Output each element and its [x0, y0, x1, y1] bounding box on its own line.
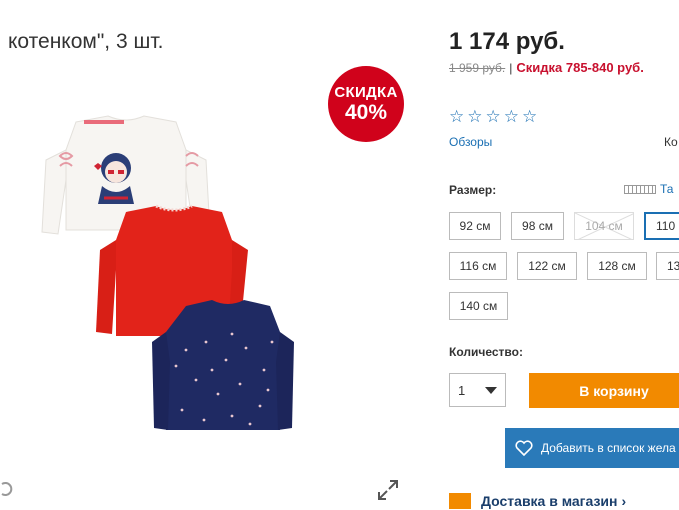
star-icon[interactable]: ☆ — [504, 108, 519, 125]
star-icon[interactable]: ☆ — [449, 108, 464, 125]
delivery-icon — [449, 493, 471, 509]
add-to-wishlist-button[interactable]: Добавить в список жела — [505, 428, 679, 468]
old-price: 1 959 руб. — [449, 61, 506, 75]
heart-icon — [515, 440, 533, 456]
reviews-link[interactable]: Обзоры — [449, 135, 492, 149]
truncated-label: Ко — [664, 135, 678, 149]
size-option-unavailable[interactable]: 104 см — [574, 212, 634, 240]
size-option-selected[interactable]: 110 с — [644, 212, 679, 240]
wishlist-label: Добавить в список жела — [541, 441, 676, 455]
star-icon[interactable]: ☆ — [467, 108, 482, 125]
star-icon[interactable]: ☆ — [486, 108, 501, 125]
size-option[interactable]: 140 см — [449, 292, 508, 320]
ruler-icon — [624, 184, 656, 194]
badge-label: СКИДКА — [334, 83, 398, 101]
size-chart-link[interactable]: Та — [624, 182, 673, 196]
size-option[interactable]: 92 см — [449, 212, 501, 240]
delivery-link[interactable]: Доставка в магазин › — [449, 493, 626, 509]
rating-stars[interactable]: ☆ ☆ ☆ ☆ ☆ — [449, 108, 537, 125]
quantity-label: Количество: — [449, 345, 523, 359]
add-to-cart-button[interactable]: В корзину — [529, 373, 679, 408]
product-image[interactable] — [36, 110, 296, 440]
zoom-expand-icon[interactable] — [376, 478, 400, 502]
size-option[interactable]: 98 см — [511, 212, 564, 240]
size-option[interactable]: 128 см — [587, 252, 647, 280]
discount-badge: СКИДКА 40% — [328, 66, 404, 142]
star-icon[interactable]: ☆ — [522, 108, 537, 125]
current-price: 1 174 руб. — [449, 28, 565, 55]
product-title: котенком", 3 шт. — [8, 30, 164, 53]
chevron-right-icon: › — [621, 493, 627, 509]
delivery-label: Доставка в магазин — [481, 493, 618, 509]
price-separator: | — [509, 61, 513, 75]
size-option-label: 104 см — [585, 219, 623, 233]
size-chart-label: Та — [660, 182, 674, 196]
chevron-down-icon — [485, 386, 497, 394]
partial-icon[interactable] — [0, 480, 14, 498]
size-label: Размер: — [449, 183, 497, 197]
discount-amount: Скидка 785-840 руб. — [516, 60, 644, 75]
size-option[interactable]: 116 см — [449, 252, 507, 280]
size-option[interactable]: 122 см — [517, 252, 577, 280]
quantity-value: 1 — [458, 382, 466, 398]
quantity-select[interactable]: 1 — [449, 373, 506, 407]
size-option[interactable]: 13 — [656, 252, 679, 280]
price-row: 1 959 руб. | Скидка 785-840 руб. — [449, 60, 644, 75]
badge-percent: 40% — [344, 100, 388, 124]
